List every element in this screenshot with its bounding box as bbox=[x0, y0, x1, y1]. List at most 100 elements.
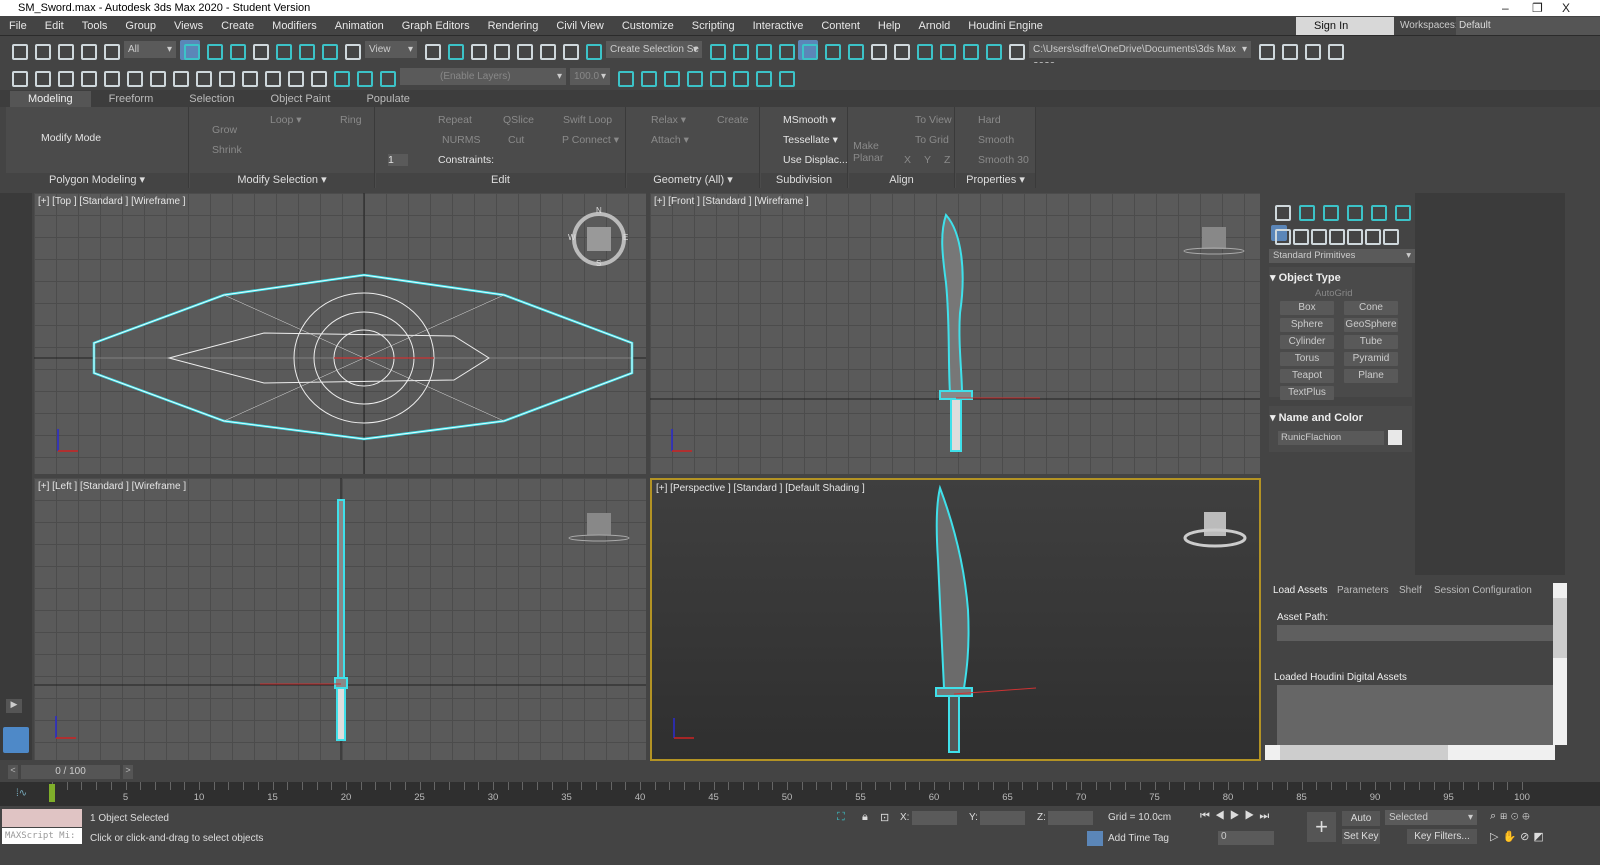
auto-key-button[interactable]: Auto Key bbox=[1342, 811, 1380, 839]
attach-button[interactable]: Attach ▾ bbox=[651, 134, 689, 146]
geometry-label[interactable]: Geometry (All) ▾ bbox=[627, 173, 759, 188]
current-frame-field[interactable]: 0 bbox=[1218, 831, 1274, 845]
primitive-type-dropdown[interactable]: Standard Primitives bbox=[1269, 249, 1415, 263]
tab-shelf[interactable]: Shelf bbox=[1399, 585, 1422, 596]
primitive-teapot-button[interactable]: Teapot bbox=[1280, 369, 1334, 383]
minimize-button[interactable]: – bbox=[1502, 0, 1509, 16]
align-x-button[interactable]: X bbox=[904, 154, 911, 166]
layer-delete-icon[interactable] bbox=[660, 67, 680, 87]
y-coordinate-field[interactable] bbox=[980, 811, 1025, 825]
shapes-icon[interactable] bbox=[1289, 225, 1309, 245]
play-frame-icon[interactable] bbox=[284, 67, 304, 87]
layers-icon[interactable] bbox=[353, 67, 373, 87]
primitive-tube-button[interactable]: Tube bbox=[1344, 335, 1398, 349]
window-crossing-icon[interactable] bbox=[249, 40, 269, 60]
modify-icon[interactable] bbox=[1295, 201, 1315, 221]
menu-civil-view[interactable]: Civil View bbox=[547, 20, 612, 32]
selection-filter-dropdown[interactable]: All bbox=[124, 41, 176, 58]
primitive-cylinder-button[interactable]: Cylinder bbox=[1280, 335, 1334, 349]
angle-snap-icon[interactable] bbox=[513, 40, 533, 60]
next-frame-button[interactable]: > bbox=[123, 765, 133, 779]
p-connect-button[interactable]: P Connect ▾ bbox=[562, 134, 619, 146]
percent-snap-icon[interactable] bbox=[536, 40, 556, 60]
viewport-front[interactable]: [+] [Front ] [Standard ] [Wireframe ] bbox=[650, 193, 1260, 474]
board-icon[interactable] bbox=[146, 67, 166, 87]
horizontal-scrollbar[interactable] bbox=[1265, 745, 1555, 760]
ribbon-toggle-icon[interactable] bbox=[798, 39, 818, 60]
create-button[interactable]: Create bbox=[717, 114, 749, 126]
maxscript-mini-listener[interactable]: MAXScript Mi: bbox=[2, 828, 82, 844]
curve-editor-icon[interactable] bbox=[821, 40, 841, 60]
sign-in-button[interactable]: Sign In bbox=[1296, 17, 1394, 35]
tessellate-button[interactable]: Tessellate ▾ bbox=[783, 134, 838, 146]
pine-icon[interactable] bbox=[123, 67, 143, 87]
layer-stack-icon[interactable] bbox=[376, 67, 396, 87]
menu-scripting[interactable]: Scripting bbox=[683, 20, 744, 32]
ring-button[interactable]: Ring bbox=[340, 114, 362, 126]
key-filters-button[interactable]: Key Filters... bbox=[1407, 829, 1477, 844]
menu-create[interactable]: Create bbox=[212, 20, 263, 32]
nurms-button[interactable]: NURMS bbox=[442, 134, 481, 146]
align-z-button[interactable]: Z bbox=[944, 154, 950, 166]
key-mode-dropdown[interactable]: Selected bbox=[1385, 810, 1477, 825]
time-slider-thumb[interactable]: 0 / 100 bbox=[21, 765, 120, 779]
absolute-mode-icon[interactable]: ⊡ bbox=[880, 811, 889, 824]
select-by-name-icon[interactable] bbox=[203, 40, 223, 60]
qslice-button[interactable]: QSlice bbox=[503, 114, 534, 126]
viewport-perspective[interactable]: [+] [Perspective ] [Standard ] [Default … bbox=[650, 478, 1261, 761]
object-color-swatch[interactable] bbox=[1388, 430, 1402, 445]
make-planar-button[interactable]: Make Planar bbox=[853, 140, 883, 164]
primitive-plane-button[interactable]: Plane bbox=[1344, 369, 1398, 383]
menu-animation[interactable]: Animation bbox=[326, 20, 393, 32]
layer-freeze-icon[interactable] bbox=[729, 67, 749, 87]
polygon-modeling-label[interactable]: Polygon Modeling ▾ bbox=[6, 173, 188, 188]
tab-parameters[interactable]: Parameters bbox=[1337, 585, 1389, 596]
viewport-layout-icon[interactable] bbox=[1005, 40, 1025, 60]
cameras-icon[interactable] bbox=[1325, 225, 1345, 245]
tab-freeform[interactable]: Freeform bbox=[91, 91, 172, 107]
rect-selection-icon[interactable] bbox=[226, 40, 246, 60]
move-icon[interactable] bbox=[272, 40, 292, 60]
light-icon[interactable] bbox=[54, 67, 74, 87]
msmooth-button[interactable]: MSmooth ▾ bbox=[783, 114, 836, 126]
sun-icon[interactable] bbox=[77, 67, 97, 87]
layer-dropdown[interactable]: (Enable Layers) bbox=[400, 68, 566, 85]
torus-icon[interactable] bbox=[192, 67, 212, 87]
current-frame-marker[interactable] bbox=[49, 784, 55, 802]
hard-button[interactable]: Hard bbox=[978, 114, 1001, 126]
frame-icon[interactable] bbox=[261, 67, 281, 87]
motion-icon[interactable] bbox=[1343, 201, 1363, 221]
object-type-header[interactable]: ▾ Object Type bbox=[1270, 271, 1409, 284]
menu-customize[interactable]: Customize bbox=[613, 20, 683, 32]
display-icon[interactable] bbox=[1367, 201, 1387, 221]
loaded-assets-list[interactable] bbox=[1277, 685, 1555, 745]
maxscript-listener-output[interactable] bbox=[2, 809, 82, 827]
named-selection-dropdown[interactable]: Create Selection Se bbox=[606, 41, 702, 58]
viewport-navigation-controls-2[interactable]: ▷✋⊘◩ bbox=[1490, 830, 1548, 843]
layer-cross-icon[interactable] bbox=[775, 67, 795, 87]
use-displacement-button[interactable]: Use Displac... bbox=[783, 154, 848, 166]
create-icon[interactable] bbox=[1271, 201, 1291, 221]
set-project-icon[interactable] bbox=[1324, 40, 1344, 60]
open-project-icon[interactable] bbox=[1278, 40, 1298, 60]
placement-icon[interactable] bbox=[341, 40, 361, 60]
close-button[interactable]: X bbox=[1562, 0, 1570, 16]
cut-button[interactable]: Cut bbox=[508, 134, 524, 146]
spinner-snap-icon[interactable] bbox=[559, 40, 579, 60]
new-project-icon[interactable] bbox=[1301, 40, 1321, 60]
vertical-scrollbar[interactable] bbox=[1553, 583, 1567, 745]
camera-add-icon[interactable] bbox=[31, 67, 51, 87]
menu-modifiers[interactable]: Modifiers bbox=[263, 20, 326, 32]
material-editor-icon[interactable] bbox=[890, 40, 910, 60]
isolate-selection-icon[interactable]: ⛶ bbox=[837, 811, 845, 824]
render-cloud-icon[interactable] bbox=[982, 40, 1002, 60]
layer-add-object-icon[interactable] bbox=[637, 67, 657, 87]
menu-help[interactable]: Help bbox=[869, 20, 910, 32]
time-slider[interactable]: < 0 / 100 > bbox=[8, 765, 134, 779]
repeat-button[interactable]: Repeat bbox=[438, 114, 472, 126]
select-object-icon[interactable] bbox=[180, 39, 200, 60]
smooth-button[interactable]: Smooth bbox=[978, 134, 1014, 146]
track-bar[interactable]: ⁞∿ 0510152025303540455055606570758085909… bbox=[0, 782, 1600, 806]
time-tag-icon[interactable] bbox=[1087, 831, 1103, 846]
relax-button[interactable]: Relax ▾ bbox=[651, 114, 686, 126]
